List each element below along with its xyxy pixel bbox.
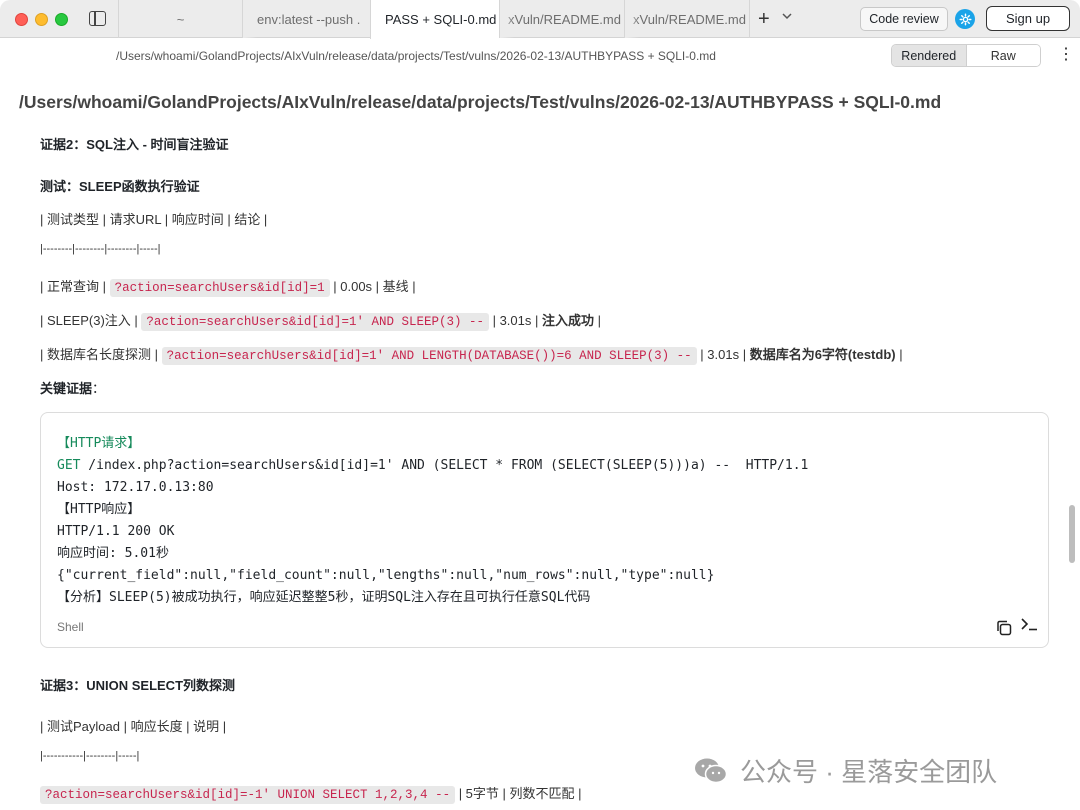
- row-conclusion: 注入成功: [541, 313, 594, 328]
- row-conclusion: 数据库名为6字符(testdb): [749, 347, 896, 362]
- test-heading: 测试：SLEEP函数执行验证: [40, 179, 200, 194]
- row-text: | 3.01s |: [488, 313, 542, 328]
- code-block: 【HTTP请求】 GET /index.php?action=searchUse…: [40, 412, 1049, 648]
- more-options-icon[interactable]: ⋮: [1058, 47, 1074, 63]
- code-line: Host: 172.17.0.13:80: [57, 480, 214, 495]
- vertical-scrollbar[interactable]: [1069, 505, 1075, 563]
- tab-readme-1[interactable]: xVuln/README.md: [499, 0, 624, 38]
- rendered-view-button[interactable]: Rendered: [892, 45, 967, 66]
- inline-code: ?action=searchUsers&id[id]=-1' UNION SEL…: [40, 786, 456, 804]
- evidence2-heading: 证据2：SQL注入 - 时间盲注验证: [40, 137, 229, 152]
- minimize-window-button[interactable]: [35, 13, 48, 26]
- run-in-terminal-icon[interactable]: [1020, 616, 1038, 636]
- file-path: /Users/whoami/GolandProjects/AIxVuln/rel…: [116, 49, 716, 63]
- table1-separator: |--------|--------|--------|-----|: [40, 243, 161, 255]
- row-text: | 正常查询 |: [40, 279, 110, 294]
- code-content[interactable]: 【HTTP请求】 GET /index.php?action=searchUse…: [57, 433, 808, 609]
- row-text: |: [594, 313, 601, 328]
- zoom-window-button[interactable]: [55, 13, 68, 26]
- tab-home[interactable]: ~: [118, 0, 242, 38]
- chevron-down-icon[interactable]: [782, 12, 792, 23]
- app-window: ~ env:latest --push . PASS + SQLI-0.md x…: [0, 0, 1080, 810]
- tab-label: xVuln/README.md: [633, 11, 746, 27]
- watermark-text: 公众号 · 星落安全团队: [740, 757, 998, 787]
- page-title: /Users/whoami/GolandProjects/AIxVuln/rel…: [19, 92, 942, 112]
- code-line: 【HTTP响应】: [57, 502, 141, 517]
- inline-code: ?action=searchUsers&id[id]=1: [109, 279, 330, 297]
- code-line: {"current_field":null,"field_count":null…: [57, 568, 715, 583]
- code-line: 【HTTP请求】: [57, 436, 141, 451]
- row-text: | 3.01s |: [696, 347, 750, 362]
- evidence3-heading: 证据3：UNION SELECT列数探测: [40, 678, 236, 693]
- code-keyword: GET: [57, 458, 81, 473]
- tab-label: PASS + SQLI-0.md: [385, 12, 497, 27]
- sign-up-button[interactable]: Sign up: [986, 6, 1070, 31]
- wechat-logo-icon: [694, 757, 728, 785]
- row-text: | SLEEP(3)注入 |: [40, 313, 142, 328]
- row-text: |: [895, 347, 903, 362]
- key-evidence-colon: ：: [92, 381, 106, 396]
- code-line: 响应时间: 5.01秒: [57, 546, 169, 561]
- inline-code: ?action=searchUsers&id[id]=1' AND SLEEP(…: [141, 313, 489, 331]
- code-language-label: Shell: [57, 620, 84, 634]
- table2-row-union: ?action=searchUsers&id[id]=-1' UNION SEL…: [40, 783, 582, 804]
- sidebar-toggle-icon[interactable]: [89, 11, 106, 26]
- new-tab-plus-icon[interactable]: +: [758, 9, 770, 29]
- copy-icon[interactable]: [995, 619, 1013, 637]
- path-bar: /Users/whoami/GolandProjects/AIxVuln/rel…: [0, 39, 1080, 73]
- table1-row-dblength: | 数据库名长度探测 | ?action=searchUsers&id[id]=…: [40, 344, 903, 365]
- tab-docker-push[interactable]: env:latest --push .: [242, 0, 370, 38]
- close-window-button[interactable]: [15, 13, 28, 26]
- settings-gear-icon[interactable]: [955, 9, 975, 29]
- tab-label: ~: [176, 11, 185, 27]
- inline-code: ?action=searchUsers&id[id]=1' AND LENGTH…: [161, 347, 697, 365]
- code-line: HTTP/1.1 200 OK: [57, 524, 175, 539]
- code-line: /index.php?action=searchUsers&id[id]=1' …: [80, 458, 809, 473]
- title-bar: ~ env:latest --push . PASS + SQLI-0.md x…: [0, 0, 1080, 39]
- table1-header: | 测试类型 | 请求URL | 响应时间 | 结论 |: [40, 212, 268, 227]
- row-text: | 5字节 | 列数不匹配 |: [455, 786, 582, 801]
- table1-row-sleep: | SLEEP(3)注入 | ?action=searchUsers&id[id…: [40, 310, 601, 331]
- raw-view-button[interactable]: Raw: [966, 45, 1040, 66]
- table2-header: | 测试Payload | 响应长度 | 说明 |: [40, 719, 227, 734]
- watermark: 公众号 · 星落安全团队: [694, 752, 997, 789]
- view-mode-toggle: Rendered Raw: [891, 44, 1041, 67]
- code-review-button[interactable]: Code review: [860, 7, 948, 31]
- tab-label: xVuln/README.md: [508, 11, 621, 27]
- tab-readme-2[interactable]: xVuln/README.md: [624, 0, 750, 38]
- code-line: 【分析】SLEEP(5)被成功执行，响应延迟整整5秒，证明SQL注入存在且可执行…: [57, 590, 591, 605]
- table1-row-normal: | 正常查询 | ?action=searchUsers&id[id]=1 | …: [40, 276, 416, 297]
- row-text: | 0.00s | 基线 |: [329, 279, 416, 294]
- tab-current-file[interactable]: PASS + SQLI-0.md: [370, 0, 499, 39]
- key-evidence-text: 关键证据: [40, 381, 93, 396]
- row-text: | 数据库名长度探测 |: [40, 347, 162, 362]
- table2-separator: |-----------|--------|-----|: [40, 750, 140, 762]
- key-evidence-label: 关键证据：: [40, 378, 105, 397]
- tab-label: env:latest --push .: [257, 11, 361, 27]
